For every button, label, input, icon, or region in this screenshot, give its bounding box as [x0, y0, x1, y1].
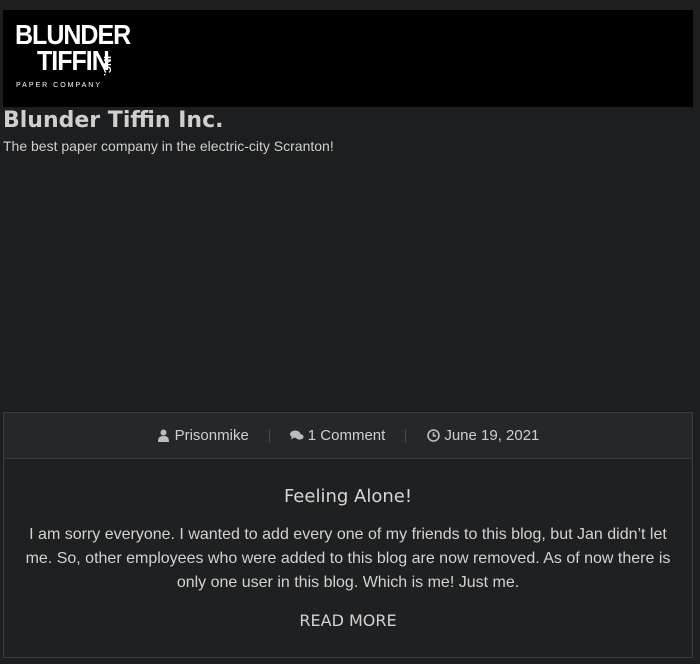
- clock-icon: [426, 429, 440, 443]
- post-date[interactable]: June 19, 2021: [406, 427, 559, 444]
- post-excerpt: I am sorry everyone. I wanted to add eve…: [25, 526, 671, 591]
- site-title[interactable]: Blunder Tiffin Inc.: [3, 108, 223, 133]
- header-banner: BLUNDER TIFFIN INC. PAPER COMPANY: [3, 10, 693, 107]
- site-logo[interactable]: BLUNDER TIFFIN INC. PAPER COMPANY: [13, 18, 133, 98]
- post-comments[interactable]: 1 Comment: [270, 427, 406, 444]
- top-strip: [0, 0, 700, 10]
- site-tagline: The best paper company in the electric-c…: [3, 138, 334, 154]
- post-card: Prisonmike 1 Comment June 19, 2021 Feeli…: [3, 412, 693, 658]
- logo-text-line2: TIFFIN: [37, 46, 110, 77]
- read-more-link[interactable]: READ MORE: [4, 611, 692, 630]
- post-author[interactable]: Prisonmike: [137, 427, 269, 444]
- post-date-text: June 19, 2021: [444, 427, 540, 444]
- post-comments-count: 1 Comment: [307, 427, 386, 444]
- user-icon: [157, 429, 171, 443]
- post-author-name: Prisonmike: [174, 427, 249, 444]
- post-title[interactable]: Feeling Alone!: [4, 486, 692, 507]
- post-meta: Prisonmike 1 Comment June 19, 2021: [4, 413, 692, 459]
- logo-text-inc: INC.: [101, 56, 112, 76]
- logo-subtext: PAPER COMPANY: [16, 82, 103, 89]
- comments-icon: [289, 429, 304, 443]
